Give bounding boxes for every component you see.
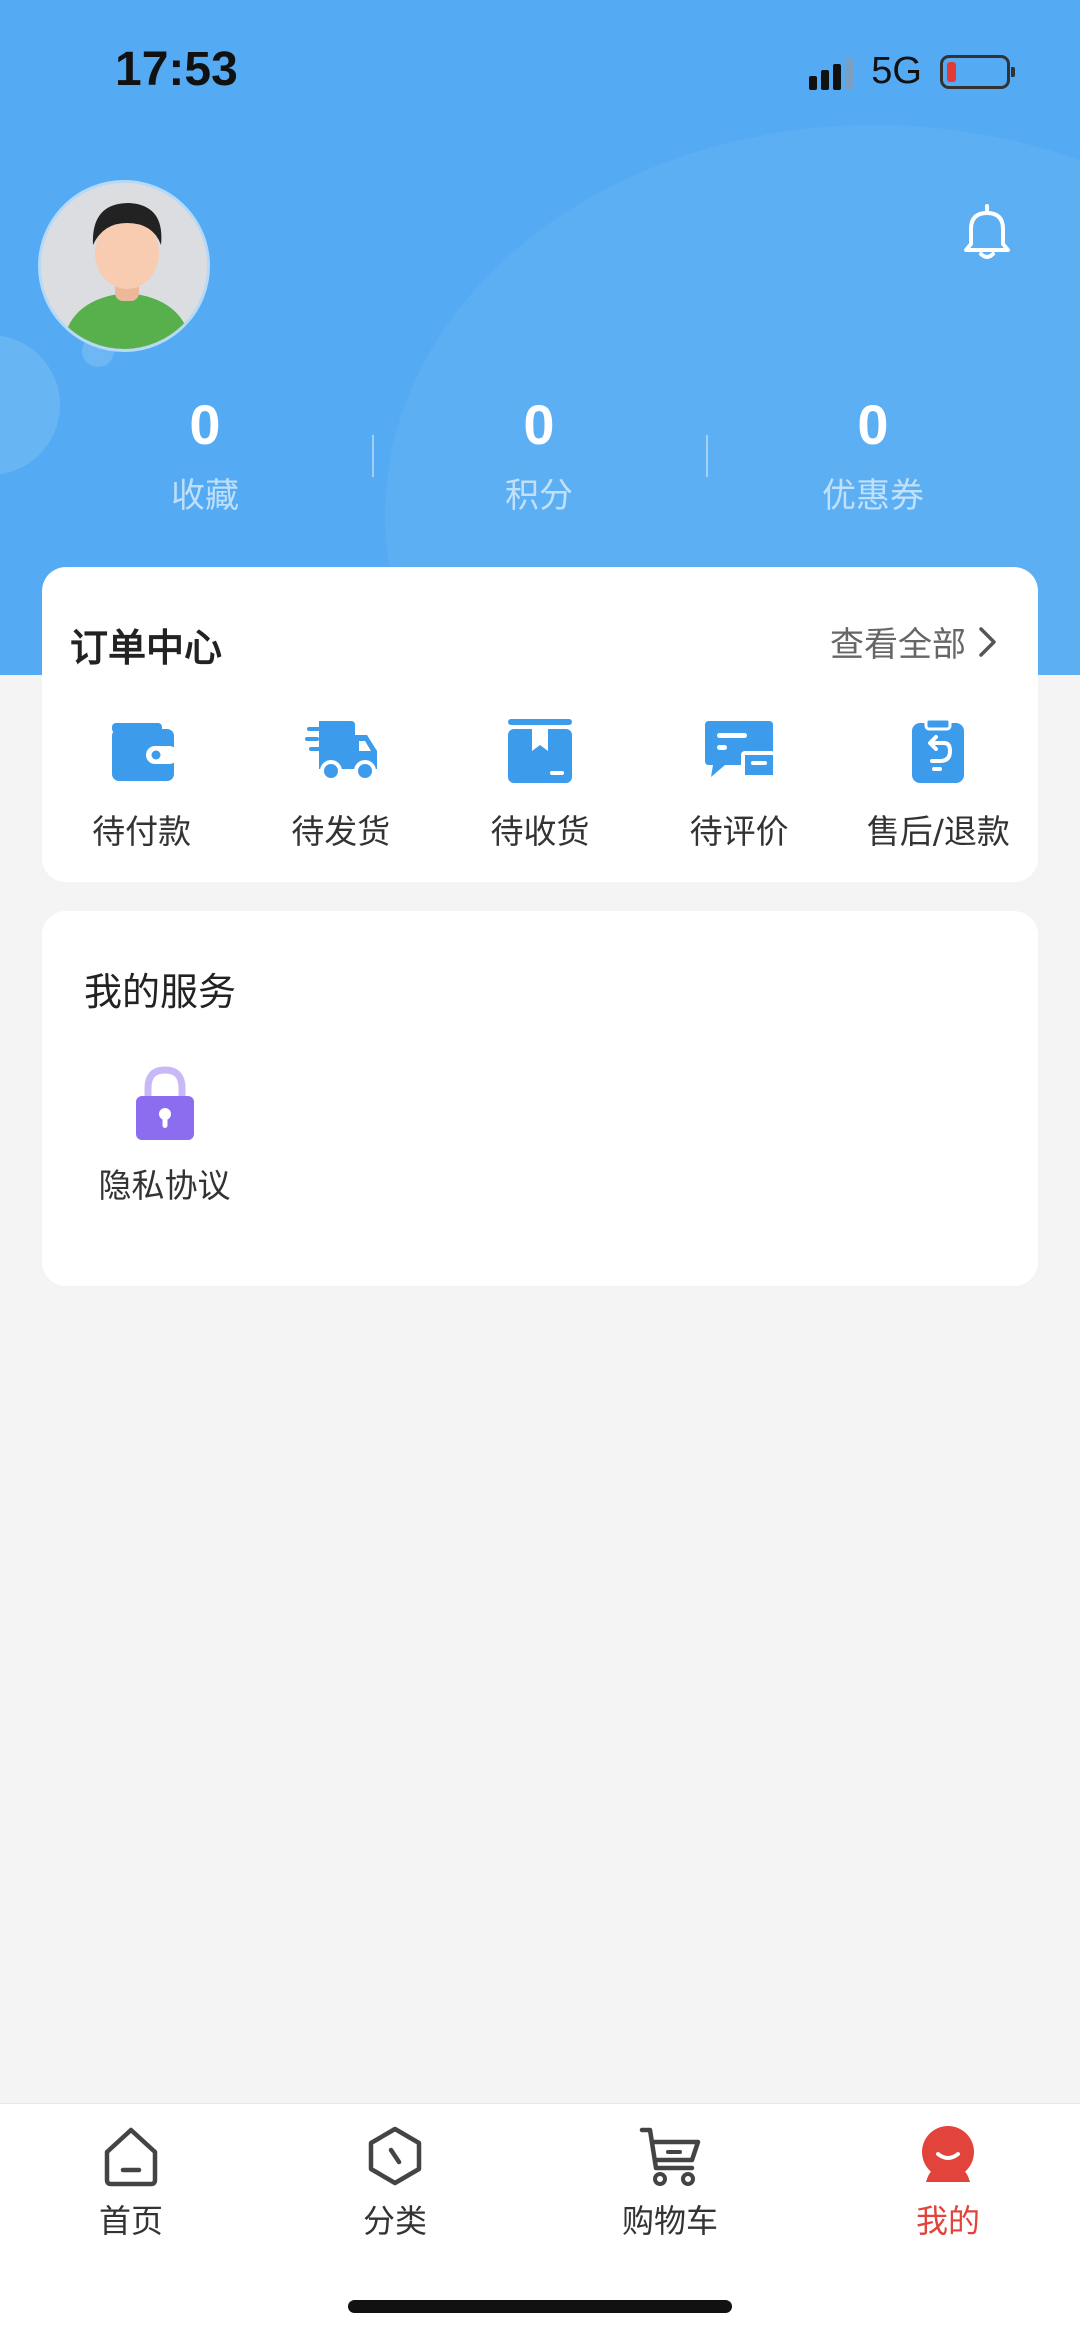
wallet-icon [111, 723, 178, 781]
delivery-truck-icon [304, 721, 377, 782]
tab-label: 首页 [98, 2202, 163, 2240]
order-status-list: 待付款 待发货 待收货 待评价 售后/退款 [42, 717, 1038, 853]
stat-divider [706, 435, 708, 477]
order-center-card: 订单中心 查看全部 待付款 待发货 待收货 待评价 售后/退款 [42, 567, 1038, 882]
tab-label: 分类 [362, 2202, 427, 2240]
stat-points[interactable]: 0 积分 [389, 390, 689, 517]
stat-value: 0 [857, 393, 889, 456]
home-indicator[interactable] [348, 2300, 732, 2313]
stat-divider [372, 435, 374, 477]
tab-home[interactable]: 首页 [41, 2124, 221, 2242]
lock-icon [135, 1066, 194, 1140]
view-all-label: 查看全部 [830, 625, 966, 665]
stat-favorites[interactable]: 0 收藏 [55, 390, 355, 517]
avatar[interactable] [38, 180, 210, 352]
order-after-sales[interactable]: 售后/退款 [839, 717, 1038, 853]
home-icon [104, 2127, 158, 2187]
signal-icon [809, 54, 854, 90]
battery-icon [940, 54, 1015, 89]
order-status-label: 待收货 [490, 812, 590, 851]
cart-icon [639, 2127, 701, 2186]
review-chat-icon [705, 721, 776, 777]
order-status-label: 待发货 [291, 812, 391, 851]
profile-icon [922, 2126, 974, 2182]
refund-icon [912, 717, 965, 783]
stat-value: 0 [523, 393, 555, 456]
order-status-label: 待付款 [92, 812, 192, 851]
order-pending-shipment[interactable]: 待发货 [241, 717, 440, 853]
status-time: 17:53 [115, 43, 238, 96]
avatar-person-icon [41, 183, 207, 349]
stat-label: 优惠券 [822, 476, 924, 516]
chevron-right-icon [979, 626, 996, 657]
stat-value: 0 [189, 393, 221, 456]
stat-coupons[interactable]: 0 优惠券 [723, 390, 1023, 517]
notification-bell-icon[interactable] [955, 200, 1019, 264]
tab-profile[interactable]: 我的 [858, 2124, 1038, 2242]
order-pending-payment[interactable]: 待付款 [42, 717, 241, 853]
service-label: 隐私协议 [98, 1166, 231, 1205]
network-label: 5G [871, 50, 922, 92]
order-pending-review[interactable]: 待评价 [640, 717, 839, 853]
order-status-label: 售后/退款 [866, 812, 1010, 851]
tab-category[interactable]: 分类 [305, 2124, 485, 2242]
order-status-label: 待评价 [689, 812, 789, 851]
stat-label: 收藏 [171, 476, 239, 516]
order-center-title: 订单中心 [70, 626, 223, 670]
order-pending-receipt[interactable]: 待收货 [440, 717, 639, 853]
tab-label: 我的 [915, 2202, 980, 2240]
stat-label: 积分 [505, 476, 573, 516]
header-decoration [0, 335, 60, 475]
status-indicators: 5G [809, 50, 1015, 93]
tab-cart[interactable]: 购物车 [580, 2124, 760, 2242]
view-all-orders-link[interactable]: 查看全部 [830, 617, 1000, 666]
category-icon [368, 2126, 422, 2186]
my-services-title: 我的服务 [84, 970, 237, 1014]
my-services-card: 我的服务 隐私协议 [42, 911, 1038, 1286]
tab-label: 购物车 [621, 2202, 718, 2240]
service-privacy-policy[interactable]: 隐私协议 [82, 1066, 247, 1207]
package-box-icon [507, 719, 572, 783]
